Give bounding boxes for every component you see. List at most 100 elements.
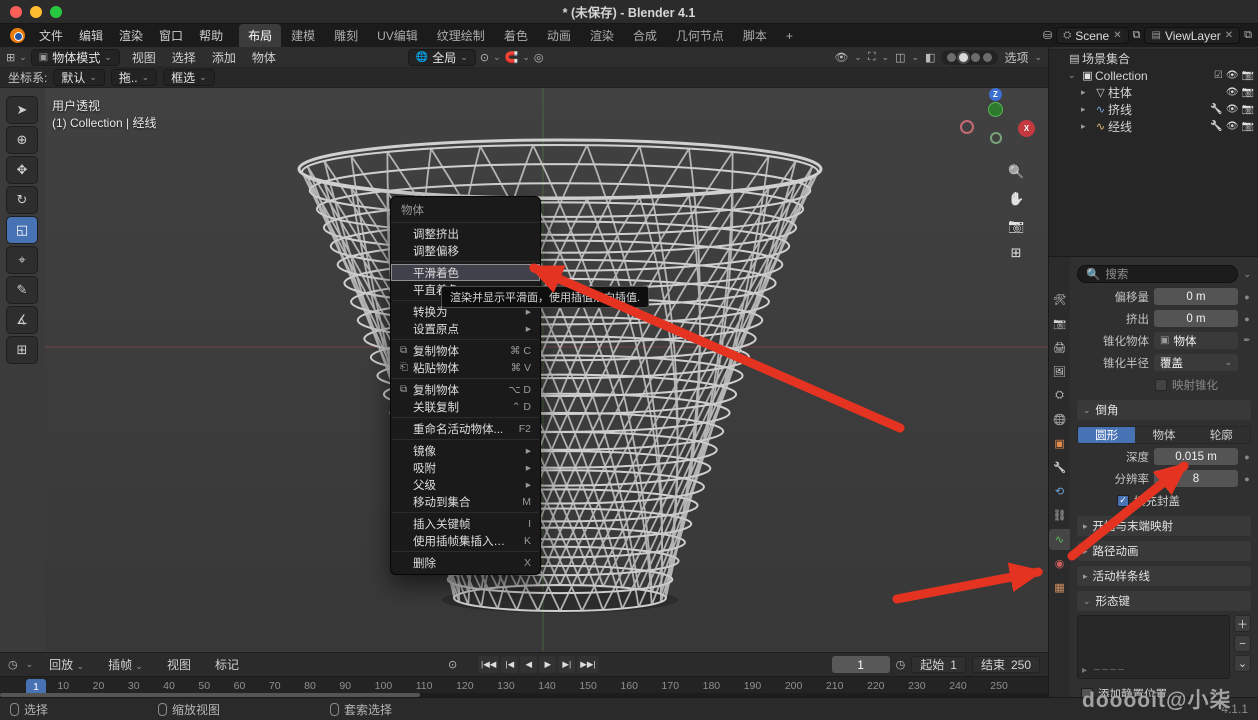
minimize-window-button[interactable] bbox=[30, 6, 42, 18]
properties-tab-object[interactable]: ▣ bbox=[1049, 433, 1071, 454]
scale-tool-button[interactable]: ◱ bbox=[6, 216, 38, 244]
properties-tab-scene[interactable]: ⛭ bbox=[1049, 385, 1071, 406]
play-reverse-button[interactable]: ◀ bbox=[520, 656, 537, 673]
properties-tab-output[interactable]: 🖨 bbox=[1049, 337, 1071, 358]
properties-tab-render[interactable]: 📷 bbox=[1049, 313, 1071, 334]
properties-tab-view-layer[interactable]: 🖼 bbox=[1049, 361, 1071, 382]
properties-tab-constraints[interactable]: ⛓ bbox=[1049, 505, 1071, 526]
keying-menu[interactable]: 插帧 ⌄ bbox=[100, 654, 151, 675]
expand-icon[interactable]: ▸ bbox=[1081, 121, 1093, 132]
depth-field[interactable]: 0.015 m bbox=[1154, 448, 1238, 465]
animate-dot-icon[interactable]: ● bbox=[1243, 474, 1251, 484]
expand-icon[interactable]: ▸ bbox=[1081, 104, 1093, 115]
context-menu-item[interactable]: 镜像▸ bbox=[391, 442, 540, 459]
eyedropper-icon[interactable]: ✒ bbox=[1243, 335, 1251, 346]
viewport-canvas[interactable] bbox=[45, 88, 1048, 651]
properties-tab-texture[interactable]: ▦ bbox=[1049, 577, 1071, 598]
extrude-field[interactable]: 0 m bbox=[1154, 310, 1238, 327]
mode-dropdown[interactable]: ▣ 物体模式 ⌄ bbox=[31, 49, 120, 66]
start-end-mapping-section-header[interactable]: ▸ 开始与末端映射 bbox=[1077, 516, 1251, 536]
material-shading-icon[interactable] bbox=[971, 53, 980, 62]
move-tool-button[interactable]: ✥ bbox=[6, 156, 38, 184]
jump-end-button[interactable]: ▶▶| bbox=[577, 656, 598, 673]
view-menu[interactable]: 视图 bbox=[159, 654, 199, 675]
viewport-menu-item[interactable]: 选择 bbox=[164, 47, 204, 68]
visibility-eye-icon[interactable]: 👁 bbox=[1226, 104, 1239, 115]
outliner-row[interactable]: ⌄▣Collection☑👁📷 bbox=[1049, 67, 1258, 84]
drag-dropdown[interactable]: 拖.. ⌄ bbox=[111, 69, 157, 86]
transform-tool-button[interactable]: ⌖ bbox=[6, 246, 38, 274]
context-menu-item[interactable]: ⧉复制物体⌥ D bbox=[391, 381, 540, 398]
unlink-scene-icon[interactable]: ✕ bbox=[1113, 30, 1121, 41]
expand-icon[interactable]: ▸ bbox=[1081, 87, 1093, 98]
measure-tool-button[interactable]: ∡ bbox=[6, 306, 38, 334]
outliner-row[interactable]: ▸∿挤线🔧👁📷 bbox=[1049, 101, 1258, 118]
editor-type-icon[interactable]: ⊞ bbox=[6, 51, 15, 64]
shape-key-specials-button[interactable]: ⌄ bbox=[1234, 655, 1251, 672]
offset-field[interactable]: 0 m bbox=[1154, 288, 1238, 305]
render-visibility-icon[interactable]: 📷 bbox=[1242, 70, 1254, 81]
context-menu-item[interactable]: 吸附▸ bbox=[391, 459, 540, 476]
remove-viewlayer-icon[interactable]: ✕ bbox=[1225, 30, 1233, 41]
axis-y-icon[interactable] bbox=[988, 102, 1003, 117]
context-menu-item[interactable]: ⎗粘贴物体⌘ V bbox=[391, 359, 540, 376]
expand-icon[interactable]: ⌄ bbox=[1068, 70, 1080, 81]
taper-radius-dropdown[interactable]: 覆盖 ⌄ bbox=[1154, 354, 1238, 371]
workspace-tab[interactable]: 几何节点 bbox=[667, 24, 733, 47]
zoom-icon[interactable]: 🔍 bbox=[1008, 164, 1024, 180]
viewport-menu-item[interactable]: 物体 bbox=[244, 47, 284, 68]
remove-shape-key-button[interactable]: − bbox=[1234, 635, 1251, 652]
app-menu-item[interactable]: 帮助 bbox=[191, 25, 231, 46]
active-spline-section-header[interactable]: ▸ 活动样条线 bbox=[1077, 566, 1251, 586]
workspace-tab[interactable]: 布局 bbox=[239, 24, 281, 47]
app-menu-item[interactable]: 渲染 bbox=[111, 25, 151, 46]
animate-dot-icon[interactable]: ● bbox=[1243, 292, 1251, 302]
scrollbar-handle[interactable] bbox=[0, 693, 420, 697]
collection-checkbox[interactable]: ☑ bbox=[1214, 70, 1223, 81]
gizmos-icon[interactable]: ⛶ bbox=[868, 51, 876, 64]
properties-search-input[interactable]: 🔍 搜索 bbox=[1077, 265, 1238, 283]
zoom-window-button[interactable] bbox=[50, 6, 62, 18]
axis-x-icon[interactable]: X bbox=[1018, 120, 1035, 137]
context-menu-item[interactable]: 移动到集合M bbox=[391, 493, 540, 510]
pan-hand-icon[interactable]: ✋ bbox=[1008, 191, 1024, 207]
context-menu-item[interactable]: 设置原点▸ bbox=[391, 320, 540, 337]
map-taper-checkbox[interactable] bbox=[1155, 379, 1167, 391]
context-menu-item[interactable]: 关联复制⌃ D bbox=[391, 398, 540, 415]
add-shape-key-button[interactable]: ＋ bbox=[1234, 615, 1251, 632]
visibility-eye-icon[interactable]: 👁 bbox=[834, 51, 848, 64]
bevel-mode-profile-button[interactable]: 轮廓 bbox=[1193, 427, 1250, 443]
properties-options-caret-icon[interactable]: ⌄ bbox=[1243, 269, 1251, 280]
workspace-tab[interactable]: 着色 bbox=[495, 24, 537, 47]
context-menu-item[interactable]: 调整偏移 bbox=[391, 242, 540, 259]
app-menu-item[interactable]: 文件 bbox=[31, 25, 71, 46]
rendered-shading-icon[interactable] bbox=[983, 53, 992, 62]
wireframe-shading-icon[interactable] bbox=[947, 53, 956, 62]
camera-view-icon[interactable]: 📷 bbox=[1008, 218, 1024, 234]
pivot-point-icon[interactable]: ⊙ bbox=[480, 51, 489, 64]
jump-prev-keyframe-button[interactable]: |◀ bbox=[501, 656, 518, 673]
rotate-tool-button[interactable]: ↻ bbox=[6, 186, 38, 214]
properties-tab-modifiers[interactable]: 🔧 bbox=[1049, 457, 1071, 478]
auto-key-record-icon[interactable]: ⊙ bbox=[448, 658, 457, 671]
toggle-ortho-grid-icon[interactable]: ⊞ bbox=[1011, 245, 1022, 261]
axis-z-icon[interactable]: Z bbox=[989, 88, 1002, 101]
context-menu-item[interactable]: 使用插帧集插入关键帧K bbox=[391, 532, 540, 549]
outliner-row[interactable]: ▸▽柱体👁📷 bbox=[1049, 84, 1258, 101]
jump-start-button[interactable]: |◀◀ bbox=[478, 656, 499, 673]
current-frame-field[interactable]: 1 bbox=[832, 656, 890, 673]
workspace-tab[interactable]: 建模 bbox=[282, 24, 324, 47]
render-visibility-icon[interactable]: 📷 bbox=[1242, 104, 1254, 115]
tweak-tool-button[interactable]: ➤ bbox=[6, 96, 38, 124]
frame-start-field[interactable]: 起始 1 bbox=[911, 656, 966, 673]
coord-system-dropdown[interactable]: 默认 ⌄ bbox=[53, 69, 105, 86]
cursor-tool-button[interactable]: ⊕ bbox=[6, 126, 38, 154]
render-visibility-icon[interactable]: 📷 bbox=[1242, 87, 1254, 98]
outliner-row[interactable]: ▸∿经线🔧👁📷 bbox=[1049, 118, 1258, 135]
workspace-tab[interactable]: 纹理绘制 bbox=[428, 24, 494, 47]
blender-logo-icon[interactable] bbox=[10, 28, 25, 43]
workspace-tab[interactable]: 渲染 bbox=[581, 24, 623, 47]
context-menu-item[interactable]: 平滑着色 bbox=[391, 264, 540, 281]
properties-tab-object-data[interactable]: ∿ bbox=[1049, 529, 1071, 550]
axis-neg-y-icon[interactable] bbox=[990, 132, 1002, 144]
